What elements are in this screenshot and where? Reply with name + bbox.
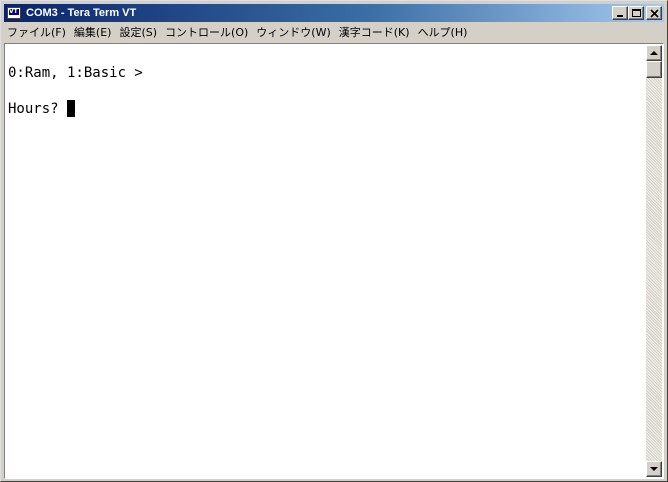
title-bar[interactable]: COM3 - Tera Term VT <box>4 4 664 22</box>
menu-edit[interactable]: 編集(E) <box>71 24 116 41</box>
scroll-up-button[interactable] <box>646 45 662 61</box>
terminal-line-1: 0:Ram, 1:Basic > <box>8 64 143 82</box>
maximize-button[interactable] <box>628 6 644 20</box>
close-button[interactable] <box>646 6 662 20</box>
vertical-scrollbar[interactable] <box>646 45 662 477</box>
menu-control[interactable]: コントロール(O) <box>162 24 252 41</box>
menu-kanji-code[interactable]: 漢字コード(K) <box>336 24 414 41</box>
terminal-screen[interactable]: 0:Ram, 1:Basic > Hours? <box>6 45 646 477</box>
menu-bar: ファイル(F) 編集(E) 設定(S) コントロール(O) ウィンドウ(W) 漢… <box>4 23 664 42</box>
terminal-area: 0:Ram, 1:Basic > Hours? <box>4 43 664 479</box>
minimize-button[interactable] <box>612 6 628 20</box>
window-title: COM3 - Tera Term VT <box>26 7 137 19</box>
maximize-icon <box>632 9 641 17</box>
menu-file[interactable]: ファイル(F) <box>4 24 70 41</box>
vt-terminal-icon[interactable] <box>7 7 21 19</box>
arrow-up-icon <box>650 51 658 55</box>
scrollbar-thumb[interactable] <box>646 61 662 78</box>
scroll-down-button[interactable] <box>646 461 662 477</box>
terminal-line-2-text: Hours? <box>8 101 68 117</box>
menu-window[interactable]: ウィンドウ(W) <box>253 24 334 41</box>
minimize-icon <box>617 15 623 17</box>
menu-help[interactable]: ヘルプ(H) <box>415 24 472 41</box>
menu-setup[interactable]: 設定(S) <box>116 24 161 41</box>
close-icon <box>650 9 659 18</box>
tera-term-window: COM3 - Tera Term VT ファイル(F) 編集(E) 設定(S) … <box>0 0 668 482</box>
arrow-down-icon <box>650 467 658 471</box>
terminal-line-1-text: 0:Ram, 1:Basic > <box>8 65 143 81</box>
terminal-line-2: Hours? <box>8 100 76 118</box>
text-cursor <box>67 100 76 117</box>
